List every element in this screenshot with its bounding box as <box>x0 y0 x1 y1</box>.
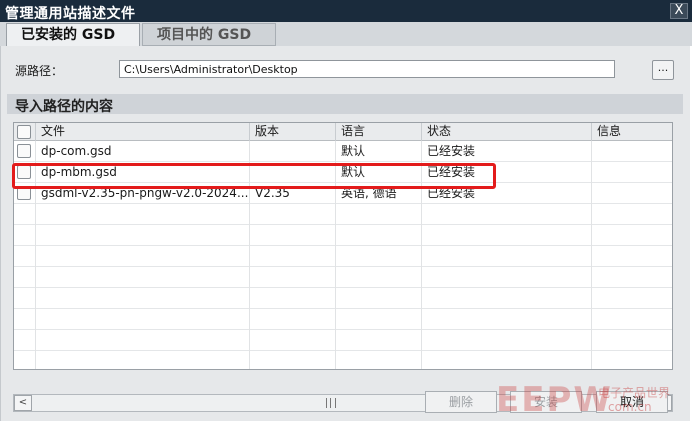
empty-row <box>14 309 672 330</box>
info-cell <box>592 183 672 204</box>
tab-strip: 已安装的 GSD 项目中的 GSD <box>0 22 692 46</box>
highlight-annotation <box>12 163 496 189</box>
gsd-file-table: 文件 版本 语言 状态 信息 dp-com.gsd 默认 已经安装 dp-mbm… <box>13 122 673 370</box>
section-title: 导入路径的内容 <box>15 99 113 115</box>
language-cell: 默认 <box>336 141 422 162</box>
column-header-version[interactable]: 版本 <box>250 123 336 141</box>
watermark-url: com.cn <box>608 400 652 414</box>
empty-row <box>14 225 672 246</box>
row-select-cell <box>14 141 36 162</box>
source-path-field[interactable]: C:\Users\Administrator\Desktop <box>119 60 615 78</box>
empty-row <box>14 351 672 369</box>
empty-row <box>14 246 672 267</box>
status-cell: 已经安装 <box>422 141 592 162</box>
title-bar: 管理通用站描述文件 X <box>0 0 692 22</box>
tab-installed-gsd[interactable]: 已安装的 GSD <box>6 23 140 46</box>
empty-row <box>14 204 672 225</box>
empty-row <box>14 288 672 309</box>
file-cell: dp-com.gsd <box>36 141 250 162</box>
watermark-logo: EEPW <box>496 380 613 420</box>
info-cell <box>592 162 672 183</box>
window-title: 管理通用站描述文件 <box>5 6 136 22</box>
header-select-all-cell <box>14 123 36 141</box>
section-header: 导入路径的内容 <box>7 94 683 115</box>
column-header-status[interactable]: 状态 <box>422 123 592 141</box>
table-header: 文件 版本 语言 状态 信息 <box>14 123 672 141</box>
close-button[interactable]: X <box>670 3 688 19</box>
column-header-language[interactable]: 语言 <box>336 123 422 141</box>
column-header-file[interactable]: 文件 <box>36 123 250 141</box>
info-cell <box>592 141 672 162</box>
empty-row <box>14 330 672 351</box>
scroll-grip-icon[interactable] <box>326 398 336 408</box>
table-row[interactable]: dp-com.gsd 默认 已经安装 <box>14 141 672 162</box>
tab-panel: 源路径： C:\Users\Administrator\Desktop ... … <box>0 46 690 421</box>
scroll-left-button[interactable]: < <box>14 395 32 411</box>
source-path-label: 源路径： <box>15 64 64 78</box>
browse-button[interactable]: ... <box>652 60 674 80</box>
eepw-watermark: EEPW 电子产品世界 com.cn <box>478 380 692 421</box>
tab-project-gsd[interactable]: 项目中的 GSD <box>142 23 276 46</box>
row-checkbox[interactable] <box>17 144 31 158</box>
version-cell <box>250 141 336 162</box>
column-header-info[interactable]: 信息 <box>592 123 672 141</box>
watermark-tagline: 电子产品世界 <box>598 386 671 400</box>
empty-row <box>14 267 672 288</box>
select-all-checkbox[interactable] <box>17 125 31 139</box>
